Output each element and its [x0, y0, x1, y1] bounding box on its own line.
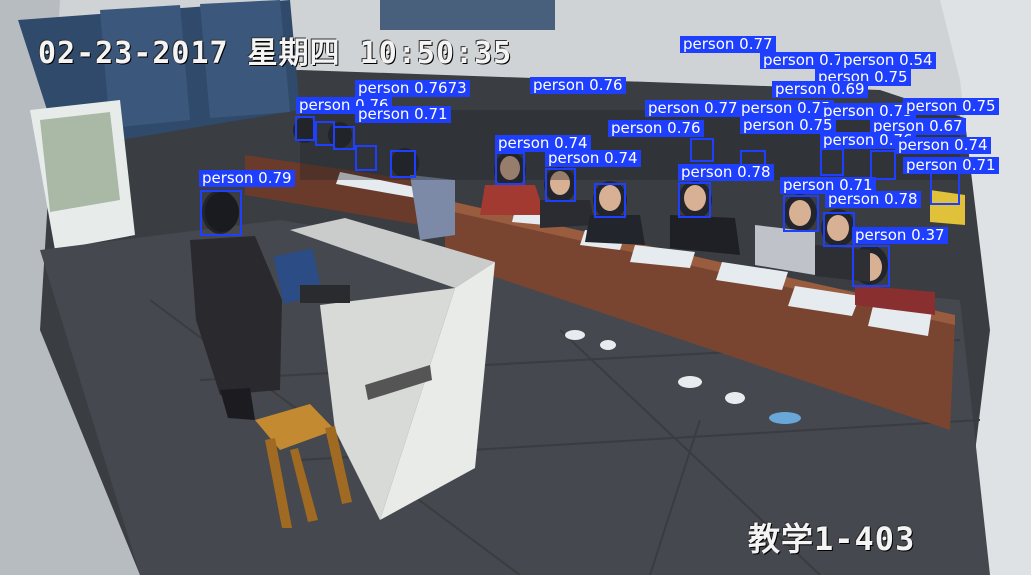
room-label-overlay: 教学1-403 — [748, 520, 916, 558]
timestamp-overlay: 02-23-2017 星期四 10:50:35 — [38, 36, 513, 71]
camera-frame: 02-23-2017 星期四 10:50:35 教学1-403 person 0… — [0, 0, 1031, 575]
classroom-scene — [0, 0, 1031, 575]
teacher-head — [205, 192, 239, 232]
